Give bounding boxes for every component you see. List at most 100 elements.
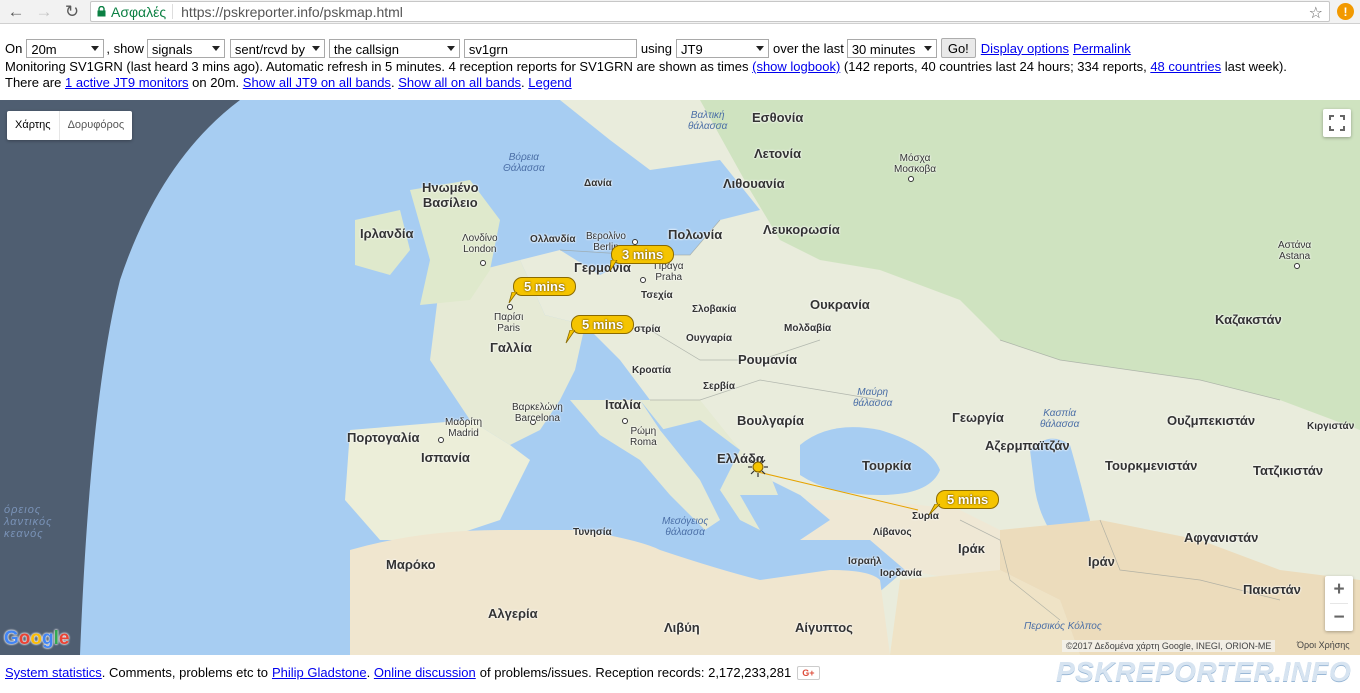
show-select[interactable]: signals bbox=[146, 38, 225, 58]
band-select[interactable]: 20m bbox=[26, 38, 105, 58]
country-uk: Ηνωμένο Βασίλειο bbox=[422, 180, 479, 210]
show-all-jt9-link[interactable]: Show all JT9 on all bands bbox=[243, 75, 391, 90]
secure-indicator[interactable]: Ασφαλές bbox=[91, 4, 174, 20]
google-logo[interactable]: Google bbox=[4, 628, 69, 650]
sea-label-black: Μαύρη θάλασσα bbox=[853, 387, 893, 409]
country-pakistan: Πακιστάν bbox=[1243, 582, 1301, 597]
country-romania: Ρουμανία bbox=[738, 352, 797, 367]
country-azerbaijan: Αζερμπαϊτζάν bbox=[985, 438, 1070, 453]
chevron-down-icon bbox=[446, 45, 455, 51]
chevron-down-icon bbox=[91, 45, 100, 51]
country-spain: Ισπανία bbox=[421, 450, 470, 465]
show-label: , show bbox=[106, 40, 144, 56]
map-type-map-button[interactable]: Χάρτης bbox=[7, 111, 59, 140]
country-tajikistan: Τατζικιστάν bbox=[1253, 463, 1324, 478]
city-marker-london bbox=[480, 260, 486, 266]
country-belarus: Λευκορωσία bbox=[763, 222, 840, 237]
google-plus-button[interactable]: G+ bbox=[797, 665, 820, 680]
legend-link[interactable]: Legend bbox=[528, 75, 571, 90]
country-netherlands: Ολλανδία bbox=[530, 234, 576, 245]
report-pointer bbox=[565, 330, 575, 344]
map-base[interactable] bbox=[0, 100, 1360, 655]
update-alert-icon[interactable]: ! bbox=[1337, 3, 1354, 20]
query-controls: On 20m , show signals sent/rcvd by the c… bbox=[5, 38, 1355, 90]
status-end: last week). bbox=[1224, 59, 1287, 74]
country-bulgaria: Βουλγαρία bbox=[737, 413, 804, 428]
zoom-control: + − bbox=[1325, 576, 1353, 631]
go-button[interactable]: Go! bbox=[940, 38, 976, 58]
country-egypt: Αίγυπτος bbox=[795, 620, 853, 635]
address-bar[interactable]: Ασφαλές https://pskreporter.info/pskmap.… bbox=[90, 1, 1330, 22]
query-row: On 20m , show signals sent/rcvd by the c… bbox=[5, 38, 1355, 58]
city-london: Λονδίνο London bbox=[462, 233, 498, 255]
country-turkmenistan: Τουρκμενιστάν bbox=[1105, 458, 1198, 473]
report-bubble-syria[interactable]: 5 mins bbox=[936, 490, 1000, 509]
country-france: Γαλλία bbox=[490, 340, 532, 355]
map-terms-link[interactable]: Όροι Χρήσης bbox=[1297, 640, 1350, 650]
country-hungary: Ουγγαρία bbox=[686, 333, 732, 344]
country-libya: Λιβύη bbox=[664, 620, 700, 635]
footer-records-text: of problems/issues. Reception records: 2… bbox=[479, 665, 792, 680]
country-israel: Ισραήλ bbox=[848, 556, 882, 567]
report-bubble-paris[interactable]: 5 mins bbox=[513, 277, 577, 296]
map-type-satellite-button[interactable]: Δορυφόρος bbox=[58, 111, 133, 140]
status-line: Monitoring SV1GRN (last heard 3 mins ago… bbox=[5, 58, 1355, 74]
station-marker-icon[interactable] bbox=[747, 456, 769, 478]
period-select[interactable]: 30 minutes bbox=[846, 38, 937, 58]
back-icon[interactable]: ← bbox=[2, 1, 30, 23]
url-text[interactable]: https://pskreporter.info/pskmap.html bbox=[181, 4, 403, 20]
band-value: 20m bbox=[31, 41, 57, 57]
show-logbook-link[interactable]: (show logbook) bbox=[752, 59, 840, 74]
report-bubble-switzerland[interactable]: 5 mins bbox=[571, 315, 635, 334]
monitors-text: There are bbox=[5, 75, 62, 90]
sea-label-persian-gulf: Περσικός Κόλπος bbox=[1024, 621, 1102, 632]
target-value: the callsign bbox=[333, 41, 399, 57]
permalink-link[interactable]: Permalink bbox=[1073, 40, 1131, 57]
country-tunisia: Τυνησία bbox=[573, 527, 612, 538]
city-marker-moscow bbox=[908, 176, 914, 182]
callsign-input[interactable]: sv1grn bbox=[463, 38, 637, 58]
mode-value: JT9 bbox=[681, 41, 703, 57]
footer-comments-text: . Comments, problems etc to bbox=[101, 665, 268, 680]
bookmark-star-icon[interactable]: ☆ bbox=[1309, 3, 1323, 23]
city-marker-astana bbox=[1294, 263, 1300, 269]
city-marker-rome bbox=[622, 418, 628, 424]
direction-select[interactable]: sent/rcvd by bbox=[229, 38, 325, 58]
country-lithuania: Λιθουανία bbox=[723, 176, 785, 191]
author-link[interactable]: Philip Gladstone bbox=[272, 665, 367, 680]
zoom-in-button[interactable]: + bbox=[1325, 576, 1353, 603]
report-bubble-germany[interactable]: 3 mins bbox=[611, 245, 675, 264]
city-astana: Αστάνα Astana bbox=[1278, 240, 1312, 262]
monitors-line: There are 1 active JT9 monitors on 20m. … bbox=[5, 75, 572, 90]
online-discussion-link[interactable]: Online discussion bbox=[374, 665, 476, 680]
display-options-link[interactable]: Display options bbox=[981, 40, 1069, 57]
country-czech: Τσεχία bbox=[641, 290, 673, 301]
on-label: On bbox=[5, 40, 23, 56]
fullscreen-button[interactable] bbox=[1323, 109, 1351, 137]
active-monitors-link[interactable]: 1 active JT9 monitors bbox=[65, 75, 189, 90]
chevron-down-icon bbox=[756, 45, 764, 51]
sea-label-atlantic: όρειος λαντικός κεανός bbox=[4, 504, 53, 540]
chevron-down-icon bbox=[311, 45, 320, 51]
over-label: over the last bbox=[773, 40, 844, 56]
zoom-out-button[interactable]: − bbox=[1325, 604, 1353, 631]
map-copyright: ©2017 Δεδομένα χάρτη Google, INEGI, ORIO… bbox=[1062, 640, 1276, 652]
sea-label-baltic: Βαλτική θάλασσα bbox=[688, 110, 728, 132]
show-all-link[interactable]: Show all on all bands bbox=[398, 75, 521, 90]
report-pointer bbox=[609, 260, 618, 272]
mode-select[interactable]: JT9 bbox=[676, 38, 769, 58]
fullscreen-icon bbox=[1329, 115, 1345, 131]
countries-link[interactable]: 48 countries bbox=[1150, 59, 1221, 74]
target-select[interactable]: the callsign bbox=[328, 38, 460, 58]
direction-value: sent/rcvd by bbox=[234, 41, 306, 57]
country-denmark: Δανία bbox=[584, 178, 612, 189]
reload-icon[interactable]: ↻ bbox=[58, 1, 86, 23]
city-barcelona: Βαρκελώνη Barcelona bbox=[512, 402, 563, 424]
forward-icon[interactable]: → bbox=[30, 1, 58, 23]
country-algeria: Αλγερία bbox=[488, 606, 538, 621]
system-statistics-link[interactable]: System statistics bbox=[5, 665, 102, 680]
page-footer: System statistics . Comments, problems e… bbox=[5, 665, 820, 680]
chevron-down-icon bbox=[211, 45, 220, 51]
map-canvas[interactable]: Βαλτική θάλασσα Βόρεια Θάλασσα Μαύρη θάλασσ… bbox=[0, 100, 1360, 655]
country-serbia: Σερβία bbox=[703, 381, 735, 392]
